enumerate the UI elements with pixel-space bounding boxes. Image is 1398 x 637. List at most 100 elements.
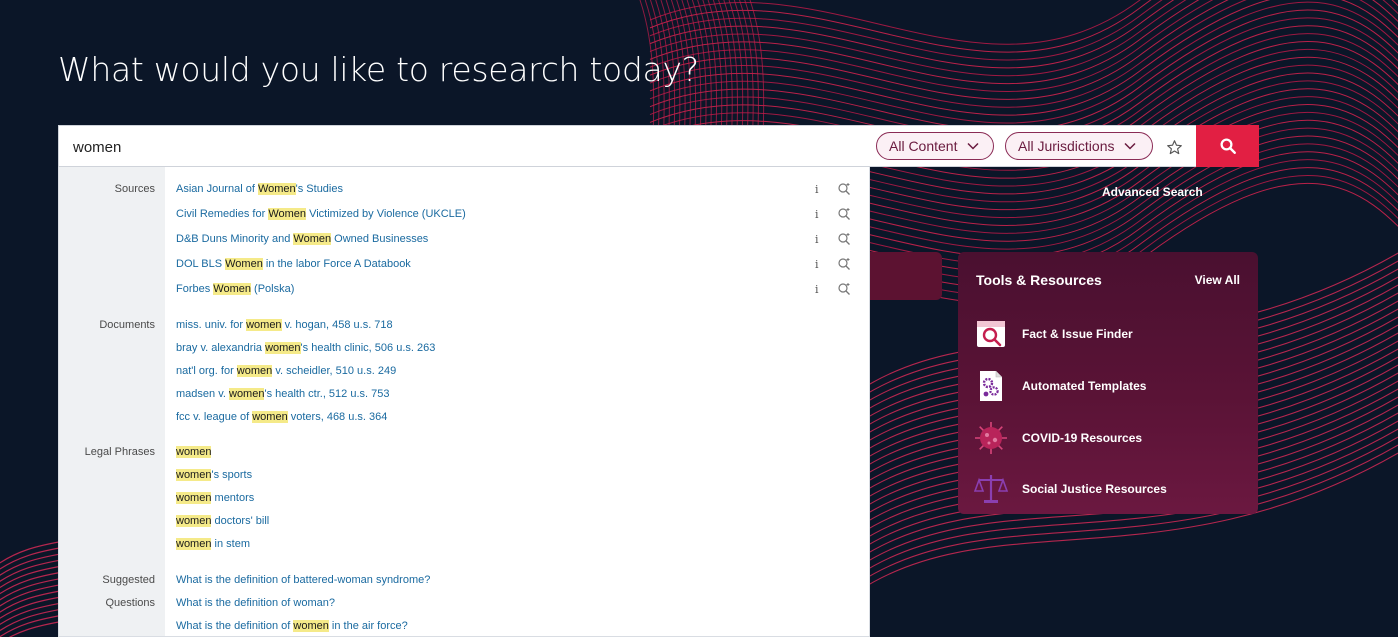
tool-automated-templates[interactable]: Automated Templates <box>974 368 1244 404</box>
document-suggestion[interactable]: miss. univ. for women v. hogan, 458 u.s.… <box>176 315 393 335</box>
suggestion-text: Victimized by Violence (UKCLE) <box>306 208 466 220</box>
match-highlight: women <box>246 319 282 331</box>
tool-label: COVID-19 Resources <box>1022 431 1143 445</box>
suggestion-text: in the air force? <box>328 620 408 632</box>
suggestion-text: Asian Journal of <box>176 183 258 195</box>
info-icon[interactable]: i <box>815 233 823 246</box>
jurisdiction-filter-label: All Jurisdictions <box>1018 138 1115 154</box>
suggestion-text: v. scheidler, 510 u.s. 249 <box>272 365 397 377</box>
suggestion-text: 's health ctr., 512 u.s. 753 <box>264 388 390 400</box>
suggestion-text: Owned Businesses <box>331 233 429 245</box>
chevron-down-icon <box>1124 142 1137 150</box>
page-headline: What would you like to research today? <box>58 50 699 89</box>
match-highlight: women <box>176 515 212 527</box>
tool-social-justice-resources[interactable]: Social Justice Resources <box>974 471 1244 507</box>
match-highlight: women <box>229 388 265 400</box>
suggestion-text: nat'l org. for <box>176 365 237 377</box>
chevron-down-icon <box>967 142 980 150</box>
match-highlight: Women <box>213 283 251 295</box>
scales-of-justice-icon <box>974 475 1008 503</box>
advanced-search-link[interactable]: Advanced Search <box>1102 185 1203 199</box>
suggestion-text: D&B Duns Minority and <box>176 233 294 245</box>
source-row-actions: i <box>815 179 859 199</box>
tool-fact-issue-finder[interactable]: Fact & Issue Finder <box>974 316 1244 352</box>
covid-virus-icon <box>975 422 1007 454</box>
legal-phrase-suggestion[interactable]: women <box>176 442 212 462</box>
legal-phrase-suggestion[interactable]: women mentors <box>176 488 254 508</box>
suggestion-text: 's Studies <box>295 183 343 195</box>
source-suggestion[interactable]: D&B Duns Minority and Women Owned Busine… <box>176 229 428 249</box>
jurisdiction-filter-dropdown[interactable]: All Jurisdictions <box>1005 132 1153 160</box>
star-icon <box>1166 139 1182 154</box>
suggested-question[interactable]: What is the definition of woman? <box>176 593 335 613</box>
match-highlight: Women <box>257 183 296 195</box>
source-row-actions: i <box>815 279 859 299</box>
document-suggestion[interactable]: nat'l org. for women v. scheidler, 510 u… <box>176 361 396 381</box>
document-suggestion[interactable]: madsen v. women's health ctr., 512 u.s. … <box>176 384 389 404</box>
favorite-star-button[interactable] <box>1163 136 1185 158</box>
suggestion-text: (Polska) <box>251 283 295 295</box>
source-row-actions: i <box>815 229 859 249</box>
suggestion-text: madsen v. <box>176 388 229 400</box>
suggestion-text: 's sports <box>211 469 253 481</box>
search-icon <box>1220 138 1236 154</box>
document-suggestion[interactable]: fcc v. league of women voters, 468 u.s. … <box>176 407 387 427</box>
suggestion-text: 's health clinic, 506 u.s. 263 <box>300 342 436 354</box>
match-highlight: women <box>176 469 212 481</box>
suggestion-text: What is the definition of woman? <box>176 597 335 609</box>
info-icon[interactable]: i <box>815 208 823 221</box>
content-filter-dropdown[interactable]: All Content <box>876 132 994 160</box>
tools-resources-panel: Tools & Resources View All Fact & Issue … <box>958 252 1258 514</box>
match-highlight: Women <box>225 258 263 270</box>
suggestion-text: v. hogan, 458 u.s. 718 <box>281 319 393 331</box>
suggestion-text: mentors <box>211 492 255 504</box>
legal-phrase-suggestion[interactable]: women's sports <box>176 465 252 485</box>
suggested-question[interactable]: What is the definition of battered-woman… <box>176 570 430 590</box>
search-within-icon[interactable] <box>837 257 851 271</box>
partially-hidden-card <box>860 252 942 300</box>
source-suggestion[interactable]: Civil Remedies for Women Victimized by V… <box>176 204 466 224</box>
suggestion-text: miss. univ. for <box>176 319 247 331</box>
suggestion-text: voters, 468 u.s. 364 <box>287 411 388 423</box>
search-within-icon[interactable] <box>837 182 851 196</box>
document-suggestion[interactable]: bray v. alexandria women's health clinic… <box>176 338 435 358</box>
suggestion-text: doctors' bill <box>211 515 270 527</box>
suggested-question[interactable]: What is the definition of women in the a… <box>176 616 408 636</box>
view-all-link[interactable]: View All <box>1195 273 1240 287</box>
info-icon[interactable]: i <box>815 258 823 271</box>
fact-finder-icon <box>977 321 1005 347</box>
source-suggestion[interactable]: DOL BLS Women in the labor Force A Datab… <box>176 254 411 274</box>
search-within-icon[interactable] <box>837 232 851 246</box>
suggestion-text: fcc v. league of <box>176 411 253 423</box>
source-row-actions: i <box>815 254 859 274</box>
info-icon[interactable]: i <box>815 283 823 296</box>
info-icon[interactable]: i <box>815 183 823 196</box>
suggestion-text: in the labor Force A Databook <box>262 258 411 270</box>
source-suggestion[interactable]: Forbes Women (Polska) <box>176 279 294 299</box>
tool-label: Fact & Issue Finder <box>1022 327 1133 341</box>
section-label-questions: Questions <box>105 597 155 609</box>
suggestion-text: bray v. alexandria <box>176 342 266 354</box>
legal-phrase-suggestion[interactable]: women in stem <box>176 534 250 554</box>
match-highlight: women <box>176 446 212 458</box>
tools-panel-title: Tools & Resources <box>976 272 1102 288</box>
suggestion-text: in stem <box>211 538 250 550</box>
match-highlight: women <box>252 411 288 423</box>
search-within-icon[interactable] <box>837 282 851 296</box>
section-label-legal-phrases: Legal Phrases <box>84 446 155 458</box>
match-highlight: women <box>293 620 329 632</box>
suggestion-text: What is the definition of <box>176 620 294 632</box>
section-label-sources: Sources <box>114 183 155 195</box>
suggestion-text: Forbes <box>176 283 214 295</box>
legal-phrase-suggestion[interactable]: women doctors' bill <box>176 511 269 531</box>
automated-templates-icon <box>980 371 1002 401</box>
search-input[interactable] <box>73 135 863 159</box>
match-highlight: women <box>236 365 273 377</box>
source-suggestion[interactable]: Asian Journal of Women's Studies <box>176 179 343 199</box>
tool-covid-19-resources[interactable]: COVID-19 Resources <box>974 420 1244 456</box>
tool-label: Social Justice Resources <box>1022 482 1167 496</box>
search-within-icon[interactable] <box>837 207 851 221</box>
search-submit-button[interactable] <box>1196 125 1259 167</box>
suggestion-text: What is the definition of battered-woman… <box>176 574 431 586</box>
match-highlight: Women <box>268 208 307 220</box>
